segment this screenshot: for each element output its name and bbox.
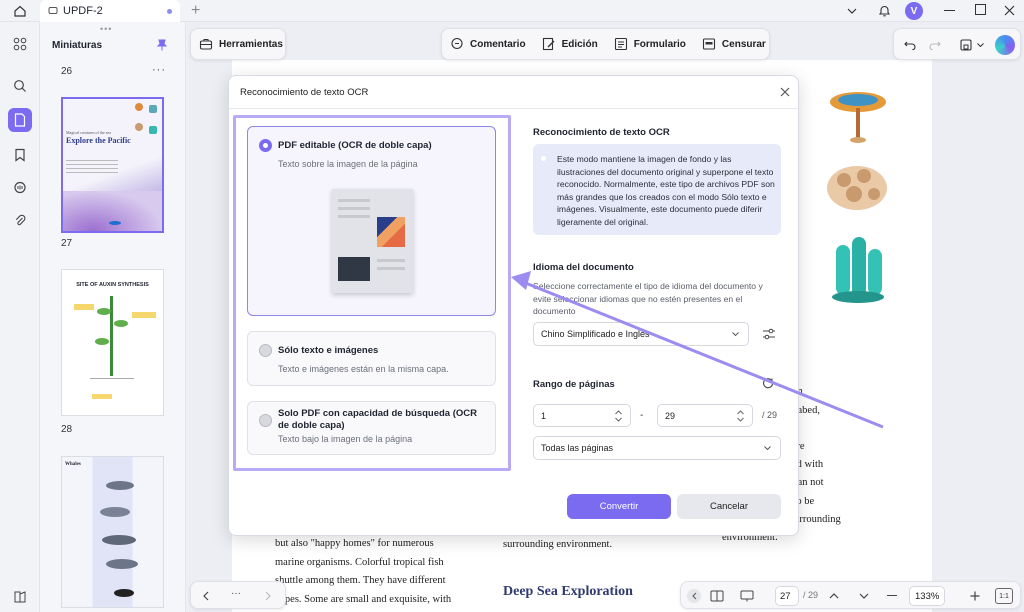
- reading-mode-icon[interactable]: [709, 588, 725, 604]
- page-total: / 29: [803, 590, 819, 600]
- chevron-left-icon[interactable]: [199, 589, 213, 603]
- page-number-input[interactable]: 27: [775, 586, 799, 606]
- page-nav-bar: 27 / 29 133% 1:1: [680, 581, 1021, 609]
- zoom-in-button[interactable]: [967, 588, 983, 604]
- presentation-icon[interactable]: [739, 588, 755, 604]
- zoom-input[interactable]: 133%: [909, 586, 945, 606]
- annotation-arrow: [511, 271, 884, 429]
- zoom-out-button[interactable]: [887, 595, 897, 597]
- chevron-right-icon[interactable]: [261, 589, 275, 603]
- collapse-icon[interactable]: [687, 589, 701, 603]
- chevron-up-icon[interactable]: [827, 589, 841, 603]
- thumbnail-nav-bar: ···: [190, 581, 286, 609]
- actual-size-icon[interactable]: 1:1: [995, 588, 1013, 604]
- chevron-down-icon[interactable]: [857, 589, 871, 603]
- more-button[interactable]: ···: [231, 588, 241, 599]
